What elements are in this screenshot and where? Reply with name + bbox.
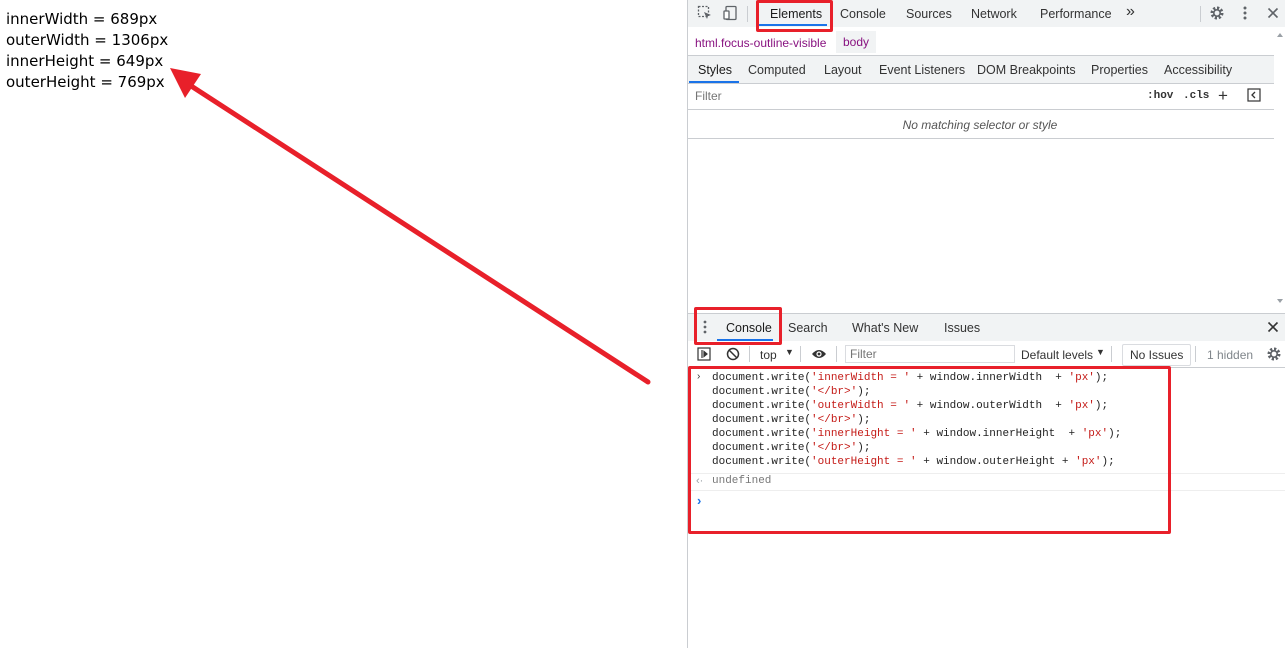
annotation-arrow	[170, 68, 651, 385]
